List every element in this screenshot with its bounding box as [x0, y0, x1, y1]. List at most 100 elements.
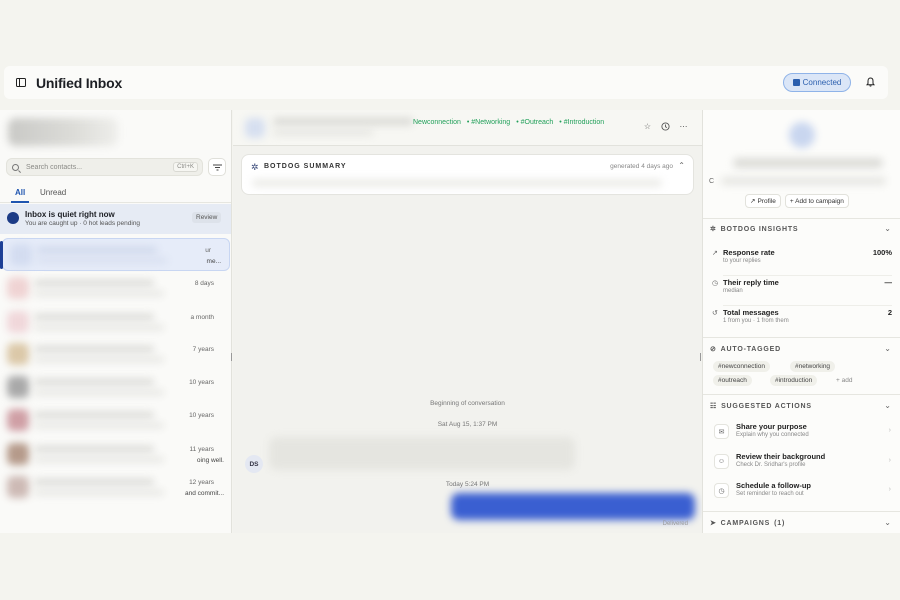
list-item[interactable]: 8 days — [0, 272, 231, 305]
contact-details-panel: C ↗ Profile + Add to campaign ✲ BOTDOG I… — [702, 110, 900, 533]
botdog-summary-card[interactable]: ✲ BOTDOG SUMMARY generated 4 days ago ⌃ — [241, 154, 694, 195]
send-icon: ➤ — [710, 520, 717, 527]
inbox-status-icon — [7, 212, 19, 224]
search-shortcut: Ctrl+K — [173, 162, 198, 172]
more-icon[interactable]: ⋯ — [679, 122, 688, 131]
sender-avatar: DS — [245, 455, 263, 473]
add-to-campaign-button[interactable]: + Add to campaign — [784, 194, 849, 208]
search-placeholder: Search contacts... — [26, 163, 83, 171]
contact-name — [34, 412, 154, 418]
conversation-time: 7 years — [192, 346, 214, 353]
conversation-time: 12 years — [189, 479, 214, 486]
tag: #Introduction — [559, 119, 604, 126]
avatar — [7, 476, 29, 498]
insights-header[interactable]: ✲ BOTDOG INSIGHTS — [710, 225, 798, 234]
profile-button[interactable]: ↗ Profile — [745, 194, 781, 208]
profile-actions: ↗ Profile + Add to campaign — [745, 194, 849, 208]
conversation-tags: Newconnection #Networking #Outreach #Int… — [413, 119, 604, 126]
inbox-tabs: All Unread — [0, 186, 231, 203]
message-preview — [34, 390, 164, 395]
insight-row: ◷ Their reply time median — — [703, 276, 900, 306]
campaigns-count: (1) — [774, 519, 786, 527]
action-sub: Check Dr. Sridhar's profile — [736, 462, 806, 468]
list-item[interactable]: 7 years — [0, 338, 231, 371]
avatar — [7, 443, 29, 465]
list-item[interactable]: 10 years — [0, 371, 231, 404]
sparkle-icon: ✲ — [710, 226, 717, 233]
contact-name — [34, 314, 154, 320]
suggested-action[interactable]: ◷ Schedule a follow-up Set reminder to r… — [703, 478, 900, 508]
list-item[interactable]: 10 years — [0, 404, 231, 437]
chevron-down-icon[interactable]: ⌄ — [884, 344, 891, 353]
action-sub: Set reminder to reach out — [736, 491, 804, 497]
conversation-time: ur — [205, 247, 211, 254]
suggested-action[interactable]: ☺ Review their background Check Dr. Srid… — [703, 449, 900, 479]
chevron-right-icon: › — [888, 427, 891, 434]
clock-icon[interactable] — [661, 122, 670, 131]
list-item[interactable]: 11 years oing well. — [0, 438, 231, 471]
tag-chip[interactable]: #introduction — [770, 375, 818, 386]
tag-chip[interactable]: #outreach — [713, 375, 752, 386]
quiet-title: Inbox is quiet right now — [25, 210, 115, 219]
contact-name — [34, 346, 154, 352]
autotag-header[interactable]: ⊘ AUTO-TAGGED — [710, 345, 781, 354]
tab-unread[interactable]: Unread — [40, 188, 66, 197]
action-label: Share your purpose — [736, 422, 807, 431]
suggested-action[interactable]: ✉ Share your purpose Explain why you con… — [703, 419, 900, 449]
list-item[interactable]: a month — [0, 306, 231, 339]
account-switcher[interactable] — [8, 118, 118, 146]
chevron-down-icon[interactable]: ⌄ — [884, 224, 891, 233]
avatar — [7, 277, 29, 299]
mail-icon: ✉ — [714, 424, 729, 439]
star-icon[interactable]: ☆ — [643, 122, 652, 131]
search-input[interactable]: Search contacts... Ctrl+K — [6, 158, 203, 176]
actions-title: SUGGESTED ACTIONS — [721, 402, 812, 410]
insight-row: ↺ Total messages 1 from you · 1 from the… — [703, 306, 900, 336]
insight-label: Their reply time — [723, 278, 779, 287]
incoming-message — [269, 437, 575, 470]
conversation-list-panel: Search contacts... Ctrl+K All Unread Inb… — [0, 110, 232, 533]
tag-chip[interactable]: #newconnection — [713, 361, 770, 372]
conversation-snippet: me... — [206, 258, 221, 265]
conversation-time: 10 years — [189, 412, 214, 419]
tag: #Networking — [467, 119, 510, 126]
clock-icon: ◷ — [714, 483, 729, 498]
insight-label: Response rate — [723, 248, 775, 257]
list-item[interactable]: ur me... — [0, 238, 230, 271]
tab-all[interactable]: All — [10, 188, 30, 203]
chevron-up-icon[interactable]: ⌃ — [678, 161, 685, 170]
avatar — [7, 409, 29, 431]
chevron-down-icon[interactable]: ⌄ — [884, 401, 891, 410]
avatar — [245, 118, 265, 138]
inbox-quiet-banner: Inbox is quiet right now You are caught … — [0, 204, 231, 234]
insight-label: Total messages — [723, 308, 779, 317]
avatar — [7, 376, 29, 398]
chevron-down-icon[interactable]: ⌄ — [884, 518, 891, 527]
campaigns-header[interactable]: ➤ CAMPAIGNS (1) — [710, 519, 786, 528]
history-icon: ↺ — [712, 310, 718, 317]
contact-name — [733, 158, 883, 168]
avatar — [789, 122, 815, 148]
add-tag-button[interactable]: + add — [836, 377, 852, 384]
filter-button[interactable] — [208, 158, 226, 176]
summary-generated: generated 4 days ago — [610, 163, 673, 170]
tag: Newconnection — [413, 119, 461, 126]
external-link-icon: ↗ — [750, 198, 756, 205]
contact-headline — [721, 177, 886, 185]
sidebar-toggle-icon[interactable] — [16, 78, 26, 87]
review-button[interactable]: Review — [192, 212, 222, 223]
date-divider: Today 5:24 PM — [445, 481, 490, 488]
divider — [703, 511, 900, 512]
tag-chip[interactable]: #networking — [790, 361, 836, 372]
quiet-subtitle: You are caught up · 0 hot leads pending — [25, 220, 141, 227]
list-item[interactable]: 12 years and commit... — [0, 471, 231, 504]
connected-badge[interactable]: Connected — [783, 73, 851, 92]
actions-header[interactable]: ☷ SUGGESTED ACTIONS — [710, 402, 812, 411]
bell-icon[interactable] — [862, 74, 878, 90]
contact-name — [273, 118, 413, 125]
action-label: Schedule a follow-up — [736, 481, 812, 490]
trend-icon: ↗ — [712, 250, 718, 257]
chevron-right-icon: › — [888, 457, 891, 464]
connected-label: Connected — [802, 78, 842, 87]
insight-sub: median — [723, 288, 743, 294]
